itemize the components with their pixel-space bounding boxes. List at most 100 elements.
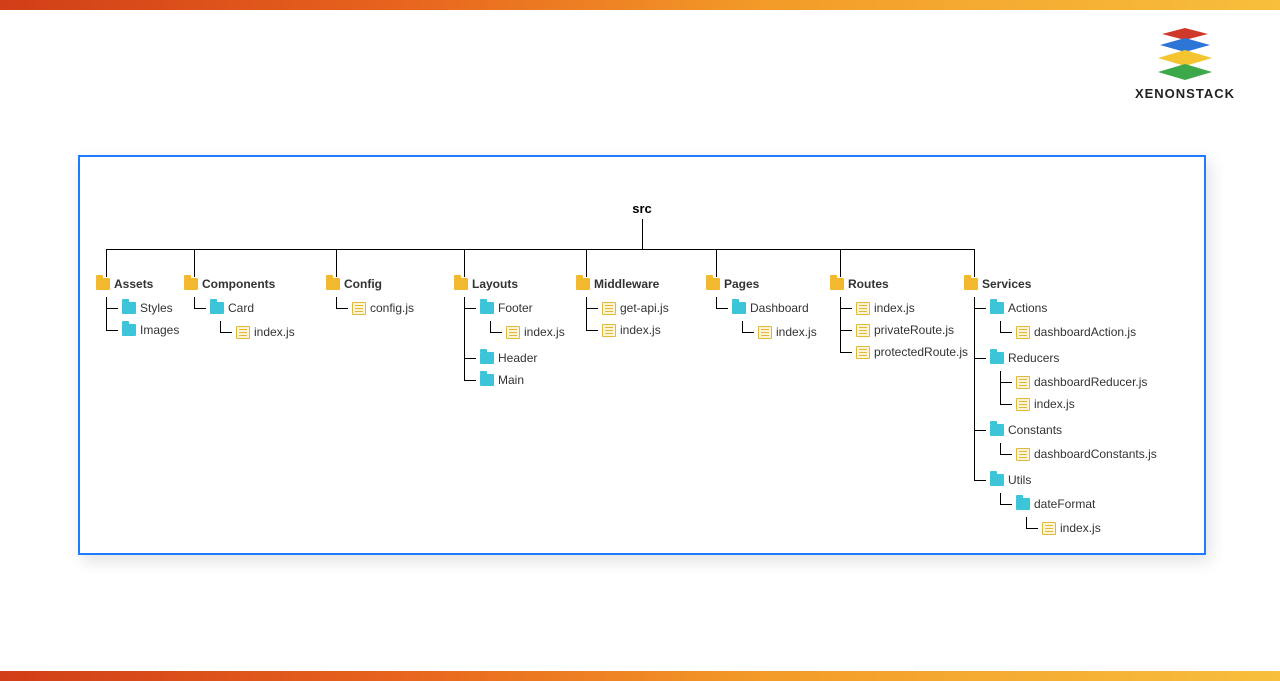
folder-node: Footer xyxy=(480,301,565,315)
node-label: Styles xyxy=(140,301,173,315)
column-drop-line xyxy=(586,249,587,277)
tree-item: Reducers dashboardReducer.js index.js xyxy=(968,347,1157,419)
tree-column: Assets Styles Images xyxy=(96,249,179,341)
node-label: index.js xyxy=(524,325,565,339)
folder-icon xyxy=(732,302,746,314)
node-label: index.js xyxy=(254,325,295,339)
tree-item: Images xyxy=(100,319,179,341)
file-node: index.js xyxy=(236,325,295,339)
file-icon xyxy=(1016,398,1030,411)
file-icon xyxy=(856,302,870,315)
folder-icon xyxy=(830,278,844,290)
file-icon xyxy=(758,326,772,339)
node-label: Components xyxy=(202,277,275,291)
top-gradient-bar xyxy=(0,0,1280,10)
tree-column: Pages Dashboard index.js xyxy=(706,249,817,347)
folder-icon xyxy=(454,278,468,290)
folder-node: Actions xyxy=(990,301,1157,315)
tree-column: Layouts Footer index.js Header Main xyxy=(454,249,565,391)
node-label: Card xyxy=(228,301,254,315)
node-label: config.js xyxy=(370,301,414,315)
file-node: index.js xyxy=(1016,397,1157,411)
folder-icon xyxy=(96,278,110,290)
file-icon xyxy=(1016,326,1030,339)
file-icon xyxy=(352,302,366,315)
node-label: Layouts xyxy=(472,277,518,291)
node-label: Dashboard xyxy=(750,301,809,315)
folder-icon xyxy=(1016,498,1030,510)
node-label: dashboardReducer.js xyxy=(1034,375,1147,389)
node-label: Utils xyxy=(1008,473,1031,487)
column-root-folder: Services xyxy=(964,277,1157,291)
node-label: Actions xyxy=(1008,301,1047,315)
file-icon xyxy=(602,302,616,315)
folder-icon xyxy=(990,302,1004,314)
brand-logo-icon xyxy=(1156,28,1214,80)
tree-item: Cardindex.js xyxy=(188,297,295,347)
tree-item: dashboardReducer.js xyxy=(994,371,1157,393)
column-drop-line xyxy=(464,249,465,277)
folder-icon xyxy=(964,278,978,290)
node-label: index.js xyxy=(620,323,661,337)
node-label: Constants xyxy=(1008,423,1062,437)
tree-item: Actions dashboardAction.js xyxy=(968,297,1157,347)
node-label: index.js xyxy=(776,325,817,339)
tree-item: Header xyxy=(458,347,565,369)
node-label: Routes xyxy=(848,277,889,291)
column-root-folder: Pages xyxy=(706,277,817,291)
tree-item: index.js xyxy=(994,393,1157,415)
column-root-folder: Components xyxy=(184,277,295,291)
file-icon xyxy=(602,324,616,337)
folder-node: Utils xyxy=(990,473,1157,487)
file-icon xyxy=(506,326,520,339)
folder-icon xyxy=(480,352,494,364)
folder-node: Reducers xyxy=(990,351,1157,365)
tree-item: index.js xyxy=(736,321,817,343)
brand-name: XENONSTACK xyxy=(1135,86,1235,101)
folder-node: Dashboard xyxy=(732,301,817,315)
folder-icon xyxy=(326,278,340,290)
folder-node: Styles xyxy=(122,301,179,315)
tree-item: index.js xyxy=(580,319,669,341)
diagram-card: src AssetsStylesImagesComponentsCardinde… xyxy=(78,155,1206,555)
file-icon xyxy=(1042,522,1056,535)
node-label: Config xyxy=(344,277,382,291)
tree-column: Services Actions dashboardAction.js Reducer… xyxy=(964,249,1157,547)
node-label: Main xyxy=(498,373,524,387)
node-label: Services xyxy=(982,277,1031,291)
file-node: index.js xyxy=(758,325,817,339)
tree-item: Dashboard index.js xyxy=(710,297,817,347)
file-node: index.js xyxy=(506,325,565,339)
node-label: Assets xyxy=(114,277,153,291)
folder-icon xyxy=(184,278,198,290)
root-stem xyxy=(642,219,643,249)
node-label: Header xyxy=(498,351,537,365)
file-icon xyxy=(1016,376,1030,389)
column-drop-line xyxy=(194,249,195,277)
tree-item: Styles xyxy=(100,297,179,319)
tree-item: index.js xyxy=(484,321,565,343)
folder-node: Card xyxy=(210,301,295,315)
tree-item: index.js xyxy=(214,321,295,343)
folder-icon xyxy=(210,302,224,314)
column-drop-line xyxy=(336,249,337,277)
file-node: privateRoute.js xyxy=(856,323,968,337)
node-label: Middleware xyxy=(594,277,659,291)
node-label: get-api.js xyxy=(620,301,669,315)
root-node: src xyxy=(632,201,652,216)
column-root-folder: Routes xyxy=(830,277,968,291)
tree-item: privateRoute.js xyxy=(834,319,968,341)
node-label: index.js xyxy=(1034,397,1075,411)
file-node: index.js xyxy=(856,301,968,315)
file-node: protectedRoute.js xyxy=(856,345,968,359)
tree-item: get-api.js xyxy=(580,297,669,319)
tree-column: Middleware get-api.js index.js xyxy=(576,249,669,341)
folder-icon xyxy=(122,324,136,336)
tree-item: dashboardConstants.js xyxy=(994,443,1157,465)
column-root-folder: Config xyxy=(326,277,414,291)
node-label: dashboardAction.js xyxy=(1034,325,1136,339)
column-drop-line xyxy=(106,249,107,277)
column-root-folder: Middleware xyxy=(576,277,669,291)
tree-column: Config config.js xyxy=(326,249,414,319)
column-drop-line xyxy=(974,249,975,277)
